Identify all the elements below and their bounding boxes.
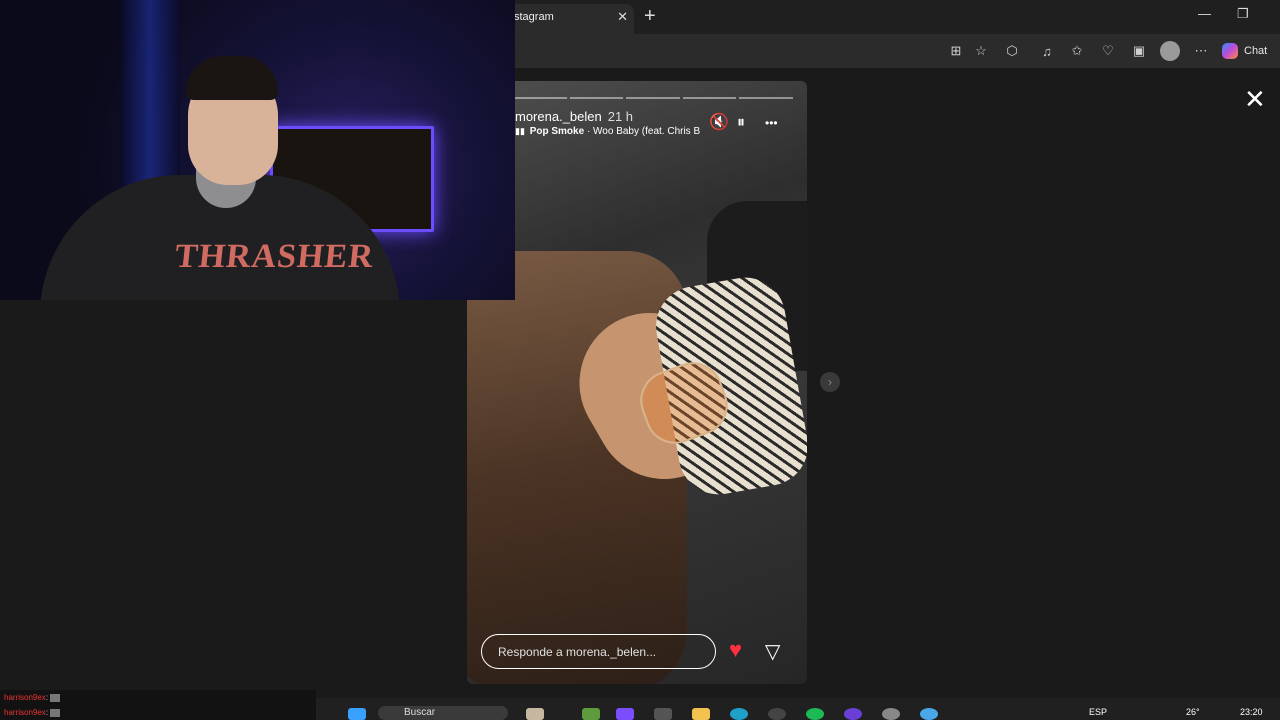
chat-line: harrison9ex:	[0, 690, 316, 705]
app-icon[interactable]	[844, 708, 862, 720]
search-label: Buscar	[404, 707, 436, 718]
story-progress	[513, 97, 793, 99]
progress-segment	[626, 97, 680, 99]
story-time: 21 h	[607, 109, 634, 124]
webcam-person-hair	[186, 56, 278, 100]
reply-input[interactable]	[481, 634, 716, 669]
chat-user: harrison9ex	[4, 693, 46, 702]
hoodie-print: THRASHER	[173, 238, 376, 275]
screenshot-icon[interactable]: ▣	[1130, 42, 1148, 60]
chat-label: Chat	[1244, 45, 1268, 57]
chat-sep: :	[45, 693, 49, 702]
more-options-icon[interactable]: •••	[765, 114, 778, 132]
health-icon[interactable]: ♡	[1099, 42, 1117, 60]
next-story-button[interactable]: ›	[820, 372, 840, 392]
progress-segment	[513, 97, 567, 99]
edge-icon[interactable]	[730, 708, 748, 720]
app-icon[interactable]	[920, 708, 938, 720]
browser-tab[interactable]: stagram ✕	[506, 4, 634, 34]
favorites-bar-icon[interactable]: ✩	[1068, 42, 1086, 60]
app-icon[interactable]	[768, 708, 786, 720]
song-artist: Pop Smoke	[529, 126, 585, 137]
clock[interactable]: 23:20	[1240, 707, 1263, 717]
minimize-button[interactable]: —	[1198, 6, 1211, 21]
taskbar-search[interactable]: Buscar	[378, 706, 508, 720]
close-story-button[interactable]: ✕	[1244, 86, 1266, 112]
pause-icon[interactable]: ⏸	[737, 114, 745, 132]
emote-icon	[50, 708, 61, 717]
windows-taskbar: Buscar ESP 26° 23:20	[316, 698, 1280, 720]
tab-title: stagram	[514, 11, 554, 23]
chat-sep: :	[45, 708, 49, 717]
progress-segment	[569, 97, 624, 99]
song-title: · Woo Baby (feat. Chris Br	[586, 126, 700, 137]
like-icon[interactable]: ♥	[729, 637, 742, 663]
apps-icon[interactable]: ⊞	[947, 42, 965, 60]
stream-chat: harrison9ex: harrison9ex:	[0, 690, 316, 720]
music-icon: ▮▮	[515, 126, 525, 136]
story-viewer[interactable]: morena._belen 21 h ▮▮ Pop Smoke · Woo Bab…	[467, 81, 807, 684]
app-icon[interactable]	[582, 708, 600, 720]
copilot-icon	[1222, 43, 1238, 59]
chat-line: harrison9ex:	[0, 705, 316, 720]
extensions-icon[interactable]: ⬡	[1003, 42, 1021, 60]
copilot-taskbar-icon[interactable]	[616, 708, 634, 720]
language-indicator[interactable]: ESP	[1089, 707, 1107, 717]
settings-icon[interactable]	[882, 708, 900, 720]
tab-close-button[interactable]: ✕	[617, 9, 628, 25]
reading-list-icon[interactable]: ♫	[1038, 42, 1056, 60]
profile-icon[interactable]	[1160, 41, 1180, 61]
emote-icon	[50, 693, 61, 702]
webcam-overlay: THRASHER	[0, 0, 515, 300]
app-icon[interactable]	[654, 708, 672, 720]
story-song[interactable]: ▮▮ Pop Smoke · Woo Baby (feat. Chris Br	[515, 126, 700, 137]
mute-icon[interactable]: 🔇	[709, 114, 729, 132]
story-username[interactable]: morena._belen 21 h	[515, 109, 633, 124]
folder-icon[interactable]	[692, 708, 710, 720]
start-icon[interactable]	[348, 708, 366, 720]
spotify-icon[interactable]	[806, 708, 824, 720]
temperature: 26°	[1186, 707, 1200, 717]
restore-button[interactable]: ❐	[1237, 6, 1249, 22]
share-icon[interactable]: ▽	[765, 639, 780, 664]
widgets-icon[interactable]	[526, 708, 544, 720]
progress-segment	[682, 97, 737, 99]
copilot-chat-button[interactable]: Chat	[1222, 41, 1267, 61]
chat-user: harrison9ex	[4, 708, 46, 717]
more-icon[interactable]: ⋯	[1192, 42, 1210, 60]
progress-segment	[739, 97, 793, 99]
username-text[interactable]: morena._belen	[515, 109, 602, 124]
new-tab-button[interactable]: +	[644, 5, 656, 27]
favorite-icon[interactable]: ☆	[972, 42, 990, 60]
browser-toolbar: ⊞ ☆ ⬡ ♫ ✩ ♡ ▣ ⋯ Chat	[506, 34, 1280, 68]
